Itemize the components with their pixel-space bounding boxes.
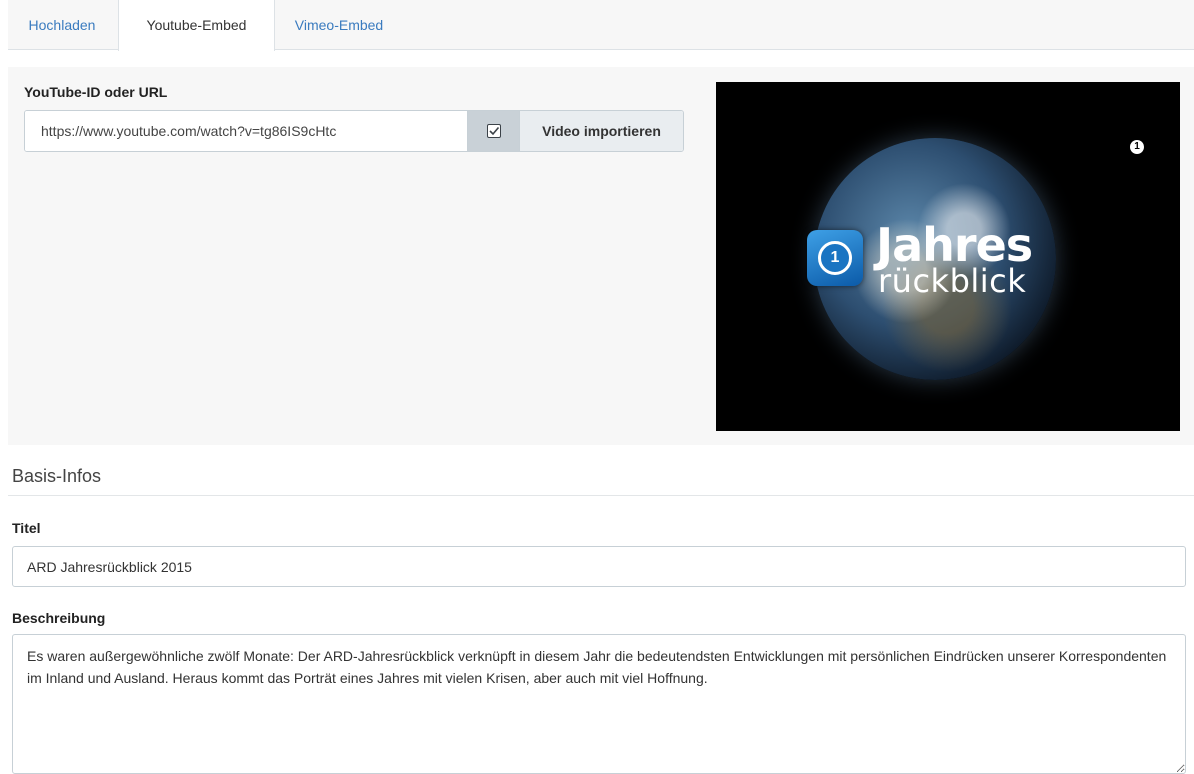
description-textarea[interactable]: Es waren außergewöhnliche zwölf Monate: … xyxy=(12,634,1186,774)
preview-title-line2: rückblick xyxy=(878,262,1027,300)
tab-youtube-embed[interactable]: Youtube-Embed xyxy=(118,0,275,51)
youtube-url-label: YouTube-ID oder URL xyxy=(24,84,168,100)
video-import-button[interactable]: Video importieren xyxy=(519,111,683,151)
tab-bar: Hochladen Youtube-Embed Vimeo-Embed xyxy=(8,0,1194,51)
video-preview[interactable]: 1 Jahres rückblick 1 xyxy=(716,82,1180,431)
youtube-url-group: Video importieren xyxy=(24,110,684,152)
tab-vimeo-embed[interactable]: Vimeo-Embed xyxy=(277,0,401,50)
checkbox-icon[interactable] xyxy=(486,124,501,138)
checkbox-addon[interactable] xyxy=(467,111,519,151)
title-input[interactable] xyxy=(12,546,1186,587)
title-label: Titel xyxy=(12,520,41,536)
section-title-basis-infos: Basis-Infos xyxy=(12,466,102,486)
section-divider xyxy=(8,495,1194,496)
tagesschau-logo-icon: 1 xyxy=(807,230,863,286)
youtube-url-input[interactable] xyxy=(25,111,467,151)
channel-bug-icon: 1 xyxy=(1130,140,1144,154)
tab-hochladen[interactable]: Hochladen xyxy=(8,0,116,50)
description-label: Beschreibung xyxy=(12,610,106,626)
